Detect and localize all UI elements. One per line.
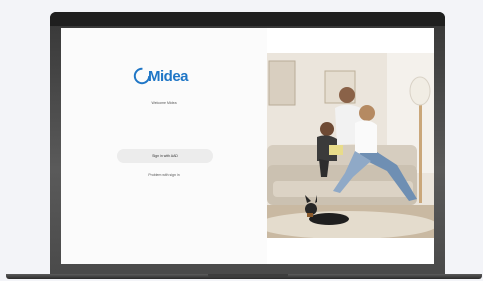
laptop-hinge-notch [208, 274, 288, 277]
laptop-top-bezel [50, 12, 445, 26]
family-photo [267, 53, 434, 238]
welcome-text: Welcome Midea [151, 101, 177, 105]
brand-logo: Midea [133, 66, 193, 86]
signin-problem-link[interactable]: Problem with sign in [61, 173, 267, 177]
family-photo-illustration [267, 53, 434, 238]
signin-button[interactable]: Sign in with AAD [117, 149, 213, 163]
login-panel: Midea Welcome Midea Sign in with AAD Pro… [61, 28, 267, 264]
laptop-screen: Midea Welcome Midea Sign in with AAD Pro… [61, 28, 434, 264]
brand-name: Midea [148, 67, 189, 85]
